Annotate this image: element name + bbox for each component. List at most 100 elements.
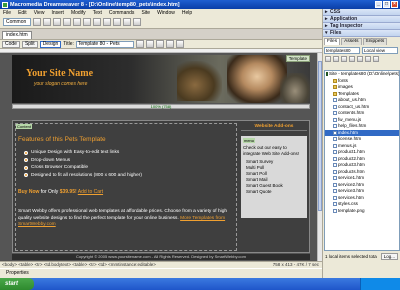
date-icon[interactable] [103,18,111,26]
expand-icon[interactable] [373,56,379,62]
file-icon [333,202,337,207]
files-panel-controls: templates80 Local view [323,45,400,55]
addons-box: menu Check out our easy to integrate Web… [241,136,307,218]
insert-category-select[interactable]: Common [3,18,31,26]
refresh-icon[interactable] [155,40,164,48]
code-view-button[interactable]: Code [2,40,20,48]
file-tree-item[interactable]: Site - templates80 (D:\Online\pets) [325,71,399,78]
preview-browser-icon[interactable] [145,40,154,48]
file-name: services.htm [338,194,364,200]
media-icon[interactable] [93,18,101,26]
features-list: Unique Design with Easy-to-edit text lin… [24,150,142,180]
windows-taskbar: start [0,278,400,290]
template-icon[interactable] [123,18,131,26]
file-icon [333,182,337,187]
insert-bar: Common [0,16,322,29]
email-link-icon[interactable] [43,18,51,26]
title-input[interactable]: Template 80 - Pets [75,40,134,48]
file-tree[interactable]: Site - templates80 (D:\Online\pets) fonts… [324,70,400,251]
design-canvas[interactable]: Your Site Name your slogan comes here Te… [0,53,322,261]
menu-commands[interactable]: Commands [109,10,135,16]
split-view-button[interactable]: Split [21,40,38,48]
panel-group-application[interactable]: Application [323,16,400,23]
list-item: Drop-down Menus [24,158,142,163]
panel-dock: CSS Application Tag Inspector Files File… [322,9,400,278]
list-item[interactable]: Smart Quote [243,189,305,195]
file-name: images [338,84,353,90]
view-select[interactable]: Local view [362,46,398,54]
panel-group-tag-inspector[interactable]: Tag Inspector [323,23,400,30]
file-icon [333,117,337,122]
menu-site[interactable]: Site [141,10,150,16]
menu-modify[interactable]: Modify [71,10,86,16]
comment-icon[interactable] [113,18,121,26]
tag-chooser-icon[interactable] [133,18,141,26]
tag-path[interactable]: <body> <table> <tr> <td.bodytext> <table… [2,262,156,267]
sidebar: Website Add-ons menu Check out our easy … [241,123,307,251]
content-table: Content Features of this Pets Template U… [12,120,310,253]
file-icon [333,130,337,135]
menu-view[interactable]: View [34,10,45,16]
menu-file[interactable]: File [3,10,11,16]
put-files-icon[interactable] [349,56,355,62]
check-out-icon[interactable] [357,56,363,62]
file-management-icon[interactable] [135,40,144,48]
add-to-cart-link[interactable]: Add to Cart [78,189,103,195]
check-in-icon[interactable] [365,56,371,62]
menu-window[interactable]: Window [157,10,175,16]
file-icon [333,176,337,181]
menu-text[interactable]: Text [93,10,102,16]
start-button[interactable]: start [0,278,34,290]
file-icon [333,124,337,129]
minimize-icon[interactable]: _ [375,1,382,8]
table-icon[interactable] [63,18,71,26]
editable-region[interactable]: Content Features of this Pets Template U… [15,123,237,251]
file-name: index.htm [338,129,358,135]
features-heading: Features of this Pets Template [18,136,106,143]
connect-icon[interactable] [325,56,331,62]
site-select[interactable]: templates80 [324,46,360,54]
file-name: styles.css [338,201,358,207]
table-width-indicator: 100% (758) [12,104,310,109]
document-toolbar: Code Split Design Title: Template 80 - P… [0,39,322,49]
files-toolbar [323,55,400,63]
tab-assets[interactable]: Assets [341,38,362,45]
panel-group-css[interactable]: CSS [323,9,400,16]
files-status: 1 local items selected tota Log... [324,252,400,260]
title-bar: Macromedia Dreamweaver 8 - [D:\Online\te… [0,0,400,9]
layer-icon[interactable] [73,18,81,26]
file-name: Site - templates80 (D:\Online\pets) [329,71,400,77]
refresh-icon[interactable] [333,56,339,62]
close-icon[interactable]: × [391,1,398,8]
file-tree-item[interactable]: template.png [325,208,399,215]
bullet-icon [24,158,28,162]
log-button[interactable]: Log... [380,253,398,260]
file-name: fw_menu.js [338,116,362,122]
menu-insert[interactable]: Insert [51,10,64,16]
site-name: Your Site Name [26,68,94,79]
file-name: template.png [338,207,365,213]
file-name: Templates [338,90,359,96]
editable-region-tag: Content [16,124,33,129]
view-options-icon[interactable] [165,40,174,48]
menu-help[interactable]: Help [182,10,192,16]
get-files-icon[interactable] [341,56,347,62]
buy-now-label: Buy Now [18,189,40,195]
panel-group-files[interactable]: Files [323,30,400,37]
properties-panel-bar[interactable]: Properties [0,268,322,278]
document-tab[interactable]: index.htm [2,31,32,39]
visual-aids-icon[interactable] [175,40,184,48]
tab-files[interactable]: Files [324,38,341,45]
file-name: service3.htm [338,188,365,194]
file-name: contact_us.htm [338,103,370,109]
hyperlink-icon[interactable] [33,18,41,26]
anchor-icon[interactable] [53,18,61,26]
menu-edit[interactable]: Edit [18,10,27,16]
site-slogan: your slogan comes here [34,81,88,87]
tab-snippets[interactable]: Snippets [362,38,388,45]
maximize-icon[interactable]: □ [383,1,390,8]
design-view-button[interactable]: Design [39,40,62,48]
addons-list: Smart Survey Multi Poll Smart Poll Smart… [243,159,305,195]
image-icon[interactable] [83,18,91,26]
folder-icon [333,78,337,83]
